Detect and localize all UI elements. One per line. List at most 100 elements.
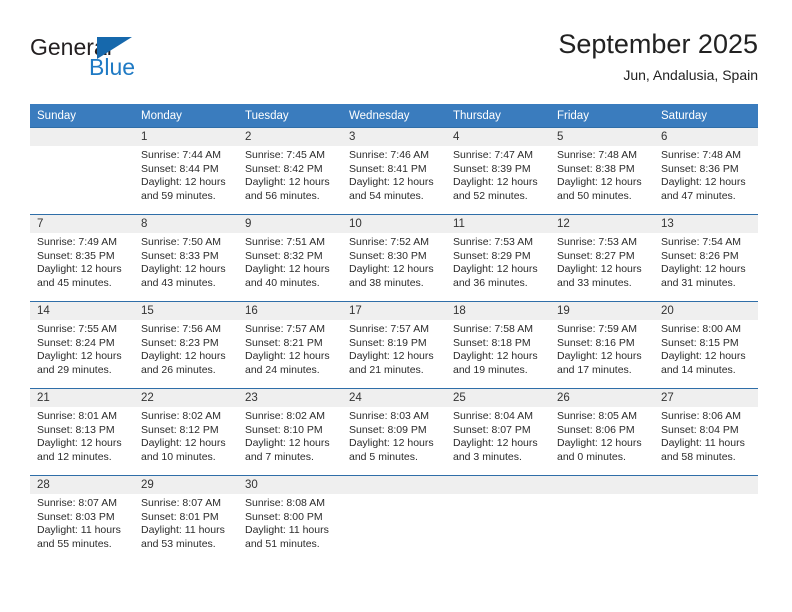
daylight-text-line1: Daylight: 12 hours — [453, 176, 538, 188]
day-cell-content: 24 Sunrise: 8:03 AM Sunset: 8:09 PM Dayligh… — [342, 389, 446, 475]
daylight-text-line2: and 29 minutes. — [37, 363, 112, 376]
day-number: 14 — [30, 302, 134, 320]
daylight-text-line1: Daylight: 12 hours — [141, 263, 226, 275]
sunset-text: Sunset: 8:15 PM — [661, 336, 739, 349]
daylight-text-line2: and 51 minutes. — [245, 537, 320, 550]
daylight-text-line2: and 12 minutes. — [37, 450, 112, 463]
calendar-day-cell[interactable]: 27 Sunrise: 8:06 AM Sunset: 8:04 PM Dayligh… — [654, 388, 758, 476]
calendar-day-cell[interactable]: 2 Sunrise: 7:45 AM Sunset: 8:42 PM Daylight… — [238, 127, 342, 215]
calendar-day-cell[interactable]: 10 Sunrise: 7:52 AM Sunset: 8:30 PM Dayligh… — [342, 214, 446, 302]
calendar-day-cell[interactable]: 9 Sunrise: 7:51 AM Sunset: 8:32 PM Daylight… — [238, 214, 342, 302]
sunrise-text: Sunrise: 8:07 AM — [37, 497, 117, 509]
calendar-day-cell[interactable]: 26 Sunrise: 8:05 AM Sunset: 8:06 PM Dayligh… — [550, 388, 654, 476]
day-cell-content — [654, 476, 758, 562]
day-cell-content: 4 Sunrise: 7:47 AM Sunset: 8:39 PM Daylight… — [446, 128, 550, 214]
calendar-day-cell[interactable]: 17 Sunrise: 7:57 AM Sunset: 8:19 PM Dayligh… — [342, 301, 446, 389]
daylight-text-line1: Daylight: 12 hours — [349, 263, 434, 275]
sunrise-text: Sunrise: 8:07 AM — [141, 497, 221, 509]
daylight-text-line2: and 43 minutes. — [141, 276, 216, 289]
daylight-text-line1: Daylight: 12 hours — [557, 176, 642, 188]
day-sun-info: Sunrise: 8:03 AM Sunset: 8:09 PM Daylight:… — [342, 407, 446, 464]
calendar-day-cell[interactable]: 29 Sunrise: 8:07 AM Sunset: 8:01 PM Dayligh… — [134, 475, 238, 562]
calendar-day-cell[interactable]: 28 Sunrise: 8:07 AM Sunset: 8:03 PM Dayligh… — [30, 475, 134, 562]
calendar-day-cell[interactable]: 23 Sunrise: 8:02 AM Sunset: 8:10 PM Dayligh… — [238, 388, 342, 476]
daylight-text-line2: and 38 minutes. — [349, 276, 424, 289]
day-cell-content — [550, 476, 654, 562]
day-cell-content: 1 Sunrise: 7:44 AM Sunset: 8:44 PM Daylight… — [134, 128, 238, 214]
calendar-day-cell[interactable]: 24 Sunrise: 8:03 AM Sunset: 8:09 PM Dayligh… — [342, 388, 446, 476]
day-sun-info: Sunrise: 7:46 AM Sunset: 8:41 PM Daylight:… — [342, 146, 446, 203]
calendar-day-cell[interactable]: 6 Sunrise: 7:48 AM Sunset: 8:36 PM Daylight… — [654, 127, 758, 215]
calendar-day-cell[interactable]: 21 Sunrise: 8:01 AM Sunset: 8:13 PM Dayligh… — [30, 388, 134, 476]
calendar-day-cell[interactable]: 19 Sunrise: 7:59 AM Sunset: 8:16 PM Dayligh… — [550, 301, 654, 389]
day-sun-info: Sunrise: 8:07 AM Sunset: 8:01 PM Daylight:… — [134, 494, 238, 551]
calendar-day-cell[interactable]: 7 Sunrise: 7:49 AM Sunset: 8:35 PM Daylight… — [30, 214, 134, 302]
day-number — [342, 476, 446, 494]
calendar-day-cell[interactable]: 14 Sunrise: 7:55 AM Sunset: 8:24 PM Dayligh… — [30, 301, 134, 389]
calendar-day-cell[interactable]: 3 Sunrise: 7:46 AM Sunset: 8:41 PM Daylight… — [342, 127, 446, 215]
sunset-text: Sunset: 8:16 PM — [557, 336, 635, 349]
daylight-text-line2: and 31 minutes. — [661, 276, 736, 289]
daylight-text-line2: and 0 minutes. — [557, 450, 626, 463]
sunset-text: Sunset: 8:29 PM — [453, 249, 531, 262]
daylight-text-line2: and 17 minutes. — [557, 363, 632, 376]
day-number: 23 — [238, 389, 342, 407]
calendar-day-cell — [446, 475, 550, 562]
daylight-text-line1: Daylight: 12 hours — [453, 350, 538, 362]
calendar-day-cell — [550, 475, 654, 562]
day-cell-content: 23 Sunrise: 8:02 AM Sunset: 8:10 PM Dayligh… — [238, 389, 342, 475]
calendar-day-cell[interactable]: 5 Sunrise: 7:48 AM Sunset: 8:38 PM Daylight… — [550, 127, 654, 215]
calendar-day-cell[interactable]: 15 Sunrise: 7:56 AM Sunset: 8:23 PM Dayligh… — [134, 301, 238, 389]
weekday-header-wednesday: Wednesday — [342, 104, 446, 128]
sunset-text: Sunset: 8:41 PM — [349, 162, 427, 175]
sunrise-text: Sunrise: 8:05 AM — [557, 410, 637, 422]
sunrise-text: Sunrise: 7:56 AM — [141, 323, 221, 335]
daylight-text-line2: and 21 minutes. — [349, 363, 424, 376]
day-cell-content: 15 Sunrise: 7:56 AM Sunset: 8:23 PM Dayligh… — [134, 302, 238, 388]
day-number: 10 — [342, 215, 446, 233]
sunset-text: Sunset: 8:10 PM — [245, 423, 323, 436]
daylight-text-line1: Daylight: 12 hours — [141, 350, 226, 362]
sunset-text: Sunset: 8:13 PM — [37, 423, 115, 436]
weekday-header-saturday: Saturday — [654, 104, 758, 128]
sunrise-text: Sunrise: 8:04 AM — [453, 410, 533, 422]
day-number: 21 — [30, 389, 134, 407]
calendar-day-cell[interactable]: 13 Sunrise: 7:54 AM Sunset: 8:26 PM Dayligh… — [654, 214, 758, 302]
daylight-text-line1: Daylight: 12 hours — [141, 437, 226, 449]
calendar-day-cell[interactable]: 8 Sunrise: 7:50 AM Sunset: 8:33 PM Daylight… — [134, 214, 238, 302]
calendar-day-cell[interactable]: 12 Sunrise: 7:53 AM Sunset: 8:27 PM Dayligh… — [550, 214, 654, 302]
calendar-day-cell[interactable]: 20 Sunrise: 8:00 AM Sunset: 8:15 PM Dayligh… — [654, 301, 758, 389]
calendar-day-cell[interactable]: 25 Sunrise: 8:04 AM Sunset: 8:07 PM Dayligh… — [446, 388, 550, 476]
calendar-day-cell[interactable]: 16 Sunrise: 7:57 AM Sunset: 8:21 PM Dayligh… — [238, 301, 342, 389]
daylight-text-line1: Daylight: 12 hours — [557, 263, 642, 275]
calendar-day-cell[interactable]: 1 Sunrise: 7:44 AM Sunset: 8:44 PM Daylight… — [134, 127, 238, 215]
day-sun-info: Sunrise: 7:53 AM Sunset: 8:27 PM Daylight:… — [550, 233, 654, 290]
day-sun-info: Sunrise: 8:06 AM Sunset: 8:04 PM Daylight:… — [654, 407, 758, 464]
sunrise-text: Sunrise: 7:49 AM — [37, 236, 117, 248]
sunset-text: Sunset: 8:27 PM — [557, 249, 635, 262]
daylight-text-line2: and 50 minutes. — [557, 189, 632, 202]
daylight-text-line1: Daylight: 12 hours — [349, 437, 434, 449]
day-number: 24 — [342, 389, 446, 407]
sunrise-text: Sunrise: 8:08 AM — [245, 497, 325, 509]
daylight-text-line2: and 40 minutes. — [245, 276, 320, 289]
sunrise-text: Sunrise: 7:59 AM — [557, 323, 637, 335]
daylight-text-line2: and 36 minutes. — [453, 276, 528, 289]
sunset-text: Sunset: 8:09 PM — [349, 423, 427, 436]
daylight-text-line1: Daylight: 12 hours — [661, 176, 746, 188]
calendar-day-cell[interactable]: 30 Sunrise: 8:08 AM Sunset: 8:00 PM Dayligh… — [238, 475, 342, 562]
sunrise-text: Sunrise: 8:02 AM — [141, 410, 221, 422]
calendar-day-cell[interactable]: 22 Sunrise: 8:02 AM Sunset: 8:12 PM Dayligh… — [134, 388, 238, 476]
day-sun-info: Sunrise: 7:45 AM Sunset: 8:42 PM Daylight:… — [238, 146, 342, 203]
sunset-text: Sunset: 8:42 PM — [245, 162, 323, 175]
calendar-day-cell[interactable]: 11 Sunrise: 7:53 AM Sunset: 8:29 PM Dayligh… — [446, 214, 550, 302]
calendar-week-row: 14 Sunrise: 7:55 AM Sunset: 8:24 PM Dayligh… — [30, 301, 758, 389]
sunrise-text: Sunrise: 7:53 AM — [453, 236, 533, 248]
weekday-header-monday: Monday — [134, 104, 238, 128]
calendar-day-cell[interactable]: 4 Sunrise: 7:47 AM Sunset: 8:39 PM Daylight… — [446, 127, 550, 215]
sunrise-text: Sunrise: 8:03 AM — [349, 410, 429, 422]
calendar-day-cell[interactable]: 18 Sunrise: 7:58 AM Sunset: 8:18 PM Dayligh… — [446, 301, 550, 389]
weekday-header-row: Sunday Monday Tuesday Wednesday Thursday… — [30, 104, 758, 128]
sunset-text: Sunset: 8:06 PM — [557, 423, 635, 436]
day-sun-info: Sunrise: 7:58 AM Sunset: 8:18 PM Daylight:… — [446, 320, 550, 377]
